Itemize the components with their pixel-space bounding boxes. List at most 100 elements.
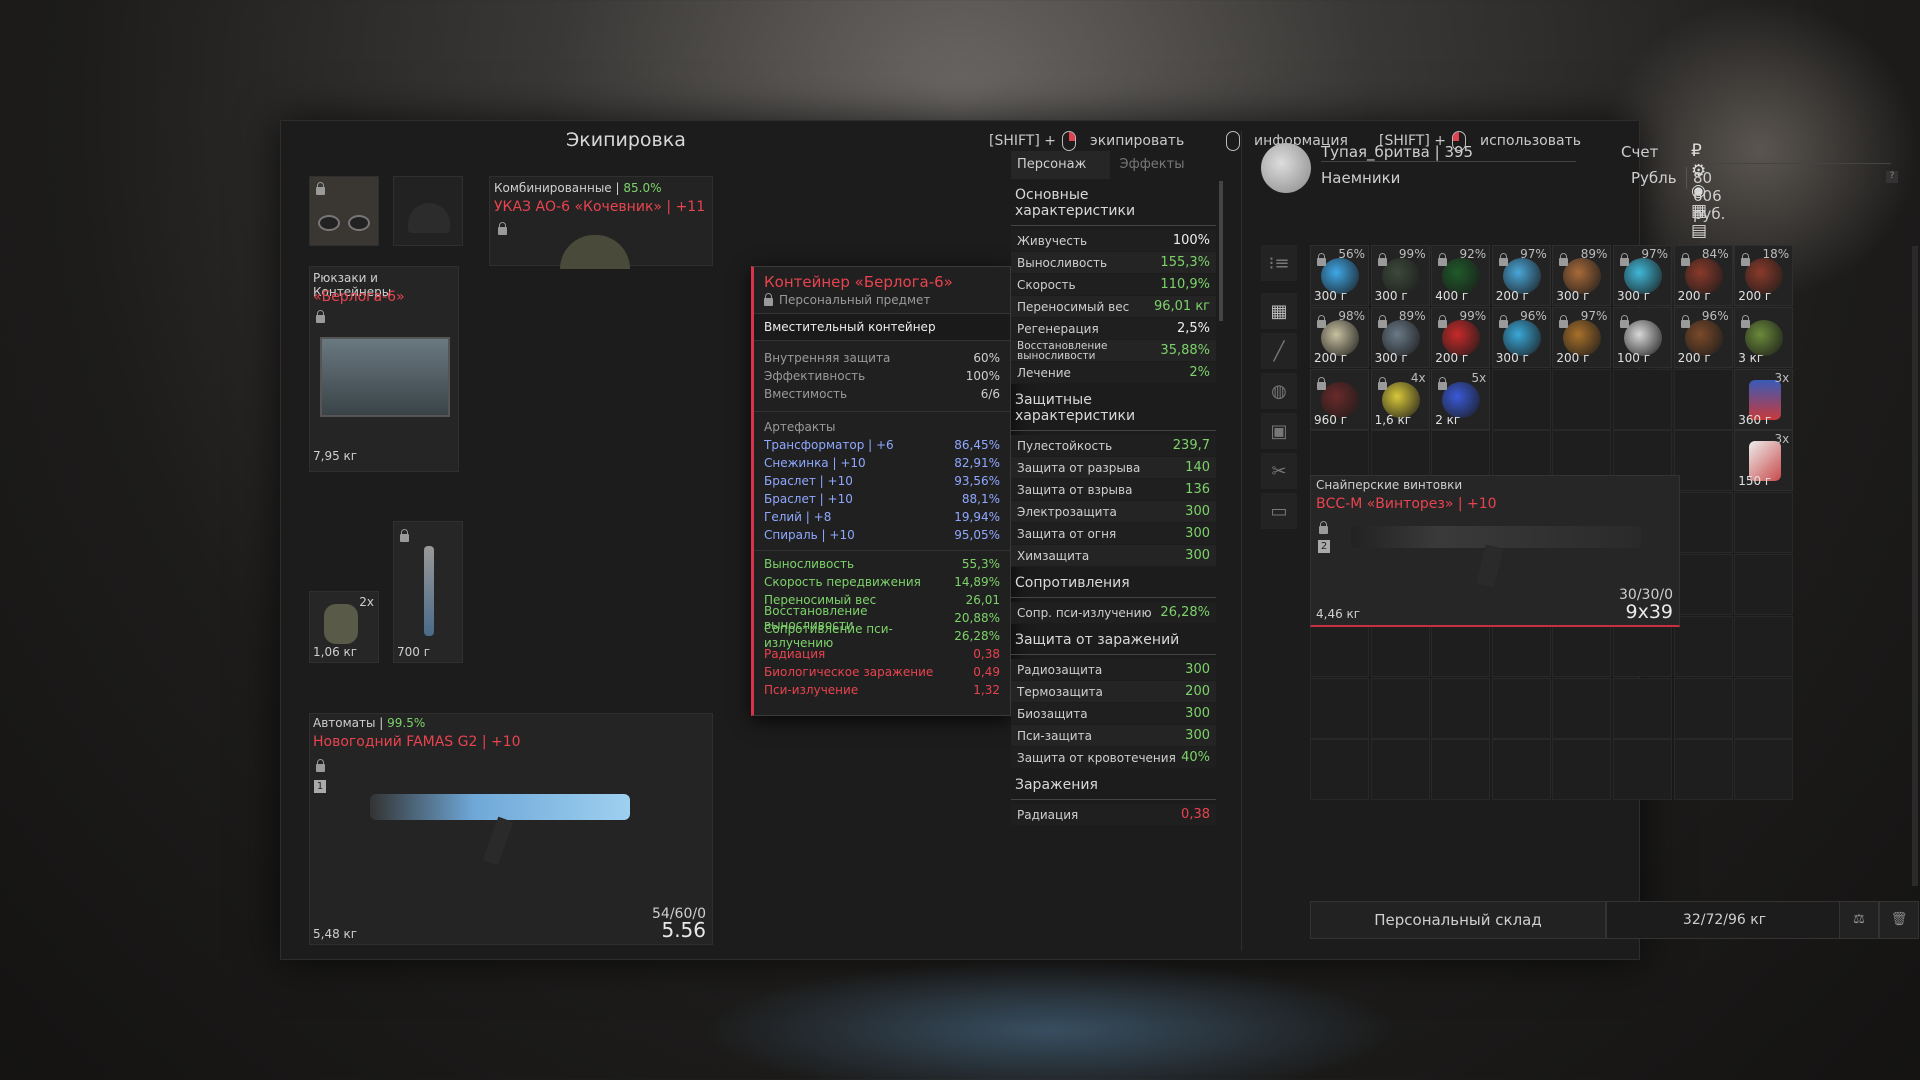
character-portrait[interactable] [309, 176, 379, 246]
grid-cell-empty[interactable] [1673, 492, 1733, 554]
stat-label: Пси-защита [1017, 728, 1092, 743]
tab-character[interactable]: Персонаж [1011, 151, 1110, 179]
item-condition: 5x [1471, 370, 1487, 385]
item-weight: 200 г [1677, 289, 1711, 303]
grid-cell-empty[interactable] [1673, 554, 1733, 616]
sort-icon[interactable]: ⁝≡ [1261, 245, 1297, 281]
row-label: Скорость передвижения [764, 575, 921, 589]
grid-cell-empty[interactable] [1370, 677, 1430, 739]
tooltip-row: Биологическое заражение 0,49 [754, 663, 1010, 681]
inventory-item[interactable]: 4x 1,6 кг [1370, 368, 1430, 430]
tools-filter-icon[interactable]: ✂ [1261, 453, 1297, 489]
inventory-item[interactable]: 3x 360 г [1734, 368, 1794, 430]
grid-cell-empty[interactable] [1613, 368, 1672, 430]
stat-row: Сопр. пси-излучению 26,28% [1011, 602, 1216, 624]
inventory-item[interactable]: 84% 200 г [1673, 245, 1733, 306]
mouse-right-icon [1062, 131, 1077, 151]
res-title: Сопротивления [1011, 567, 1216, 598]
misc-filter-icon[interactable]: ▭ [1261, 493, 1297, 529]
item-weight: 300 г [1617, 289, 1651, 303]
inventory-item[interactable]: 56% 300 г [1310, 245, 1369, 306]
stat-row: Химзащита 300 [1011, 545, 1216, 567]
lock-icon [316, 182, 325, 195]
help-icon[interactable]: ? [1886, 171, 1898, 183]
item-weight: 200 г [1314, 350, 1348, 365]
lock-icon [1620, 314, 1629, 328]
inventory-item[interactable]: 99% 300 г [1370, 245, 1430, 306]
row-label: Браслет | +10 [764, 492, 853, 506]
item-weight: 150 г [1738, 474, 1772, 489]
inventory-item[interactable]: 3x 150 г [1734, 430, 1794, 492]
helmet-slot[interactable] [393, 176, 463, 246]
grid-cell-empty[interactable] [1734, 554, 1794, 616]
stat-value: 96,01 кг [1153, 299, 1210, 314]
item-condition: 4x [1410, 370, 1426, 385]
storage-button[interactable]: Персональный склад [1310, 901, 1606, 939]
inventory-item[interactable]: 18% 200 г [1734, 245, 1794, 306]
sniper-rifle-item[interactable]: Снайперские винтовки ВСС-М «Винторез» | … [1310, 475, 1680, 627]
inventory-item[interactable]: 3 кг [1734, 306, 1794, 368]
inventory-item[interactable]: 99% 200 г [1431, 306, 1491, 368]
row-value: 86,45% [954, 438, 1000, 452]
weight-icon[interactable]: ⚖ [1839, 901, 1879, 939]
grid-cell-empty[interactable] [1491, 739, 1551, 801]
stat-label: Термозащита [1017, 684, 1103, 699]
slot-number: 2 [1318, 540, 1330, 553]
grid-cell-empty[interactable] [1310, 677, 1369, 739]
inventory-item[interactable]: 97% 300 г [1613, 245, 1672, 306]
inventory-item[interactable]: 100 г [1613, 306, 1672, 368]
inventory-item[interactable]: 92% 400 г [1431, 245, 1491, 306]
grid-view-icon[interactable]: ▦ [1261, 293, 1297, 329]
grid-cell-empty[interactable] [1613, 739, 1672, 801]
grid-cell-empty[interactable] [1552, 368, 1612, 430]
stat-value: 239,7 [1172, 438, 1210, 453]
hint-label: использовать [1480, 133, 1581, 149]
grid-cell-empty[interactable] [1734, 739, 1794, 801]
armor-slot[interactable]: Комбинированные | 85.0% УКАЗ АО-6 «Кочев… [489, 176, 713, 269]
weapon-filter-icon[interactable]: ╱ [1261, 333, 1297, 369]
inventory-item[interactable]: 97% 200 г [1552, 306, 1612, 368]
inventory-item[interactable]: 98% 200 г [1310, 306, 1369, 368]
grid-cell-empty[interactable] [1552, 739, 1612, 801]
tooltip-row: Трансформатор | +6 86,45% [754, 436, 1010, 454]
armor-filter-icon[interactable]: ◍ [1261, 373, 1297, 409]
cont-title: Заражения [1011, 769, 1216, 800]
inventory-item[interactable]: 97% 200 г [1491, 245, 1551, 306]
grenade-slot[interactable]: 2x 1,06 кг [309, 591, 379, 663]
grid-cell-empty[interactable] [1491, 368, 1551, 430]
trash-icon[interactable]: 🗑 [1879, 901, 1919, 939]
grid-cell-empty[interactable] [1734, 615, 1794, 677]
inventory-item[interactable]: 960 г [1310, 368, 1369, 430]
inventory-item[interactable]: 89% 300 г [1370, 306, 1430, 368]
item-count: 3x [1774, 370, 1790, 385]
rifle-category: Автоматы | 99.5% [313, 716, 426, 730]
tab-effects[interactable]: Эффекты [1110, 151, 1217, 179]
grid-cell-empty[interactable] [1613, 677, 1672, 739]
grid-cell-empty[interactable] [1431, 739, 1491, 801]
stat-value: 0,38 [1181, 807, 1210, 822]
artifact-filter-icon[interactable]: ▣ [1261, 413, 1297, 449]
grid-cell-empty[interactable] [1673, 368, 1733, 430]
knife-slot[interactable]: 700 г [393, 521, 463, 663]
inventory-item[interactable]: 96% 300 г [1491, 306, 1551, 368]
inventory-item[interactable]: 89% 300 г [1552, 245, 1612, 306]
stats-scrollbar[interactable] [1219, 181, 1223, 321]
inventory-item[interactable]: 5x 2 кг [1431, 368, 1491, 430]
grid-cell-empty[interactable] [1370, 739, 1430, 801]
grid-cell-empty[interactable] [1673, 430, 1733, 492]
grid-cell-empty[interactable] [1491, 677, 1551, 739]
grid-cell-empty[interactable] [1552, 677, 1612, 739]
grid-cell-empty[interactable] [1673, 739, 1733, 801]
primary-weapon-slot[interactable]: Автоматы | 99.5% Новогодний FAMAS G2 | +… [309, 713, 713, 945]
grid-cell-empty[interactable] [1431, 677, 1491, 739]
grid-cell-empty[interactable] [1734, 492, 1794, 554]
grid-scrollbar[interactable] [1912, 246, 1918, 886]
backpack-slot[interactable]: Рюкзаки и Контейнеры «Берлога-6» 7,95 кг [309, 266, 459, 472]
grid-cell-empty[interactable] [1673, 677, 1733, 739]
grid-cell-empty[interactable] [1673, 615, 1733, 677]
inventory-item[interactable]: 96% 200 г [1673, 306, 1733, 368]
lock-icon [1317, 376, 1326, 390]
grid-cell-empty[interactable] [1310, 739, 1369, 801]
grid-cell-empty[interactable] [1734, 677, 1794, 739]
tooltip-row: Эффективность 100% [754, 367, 1010, 385]
